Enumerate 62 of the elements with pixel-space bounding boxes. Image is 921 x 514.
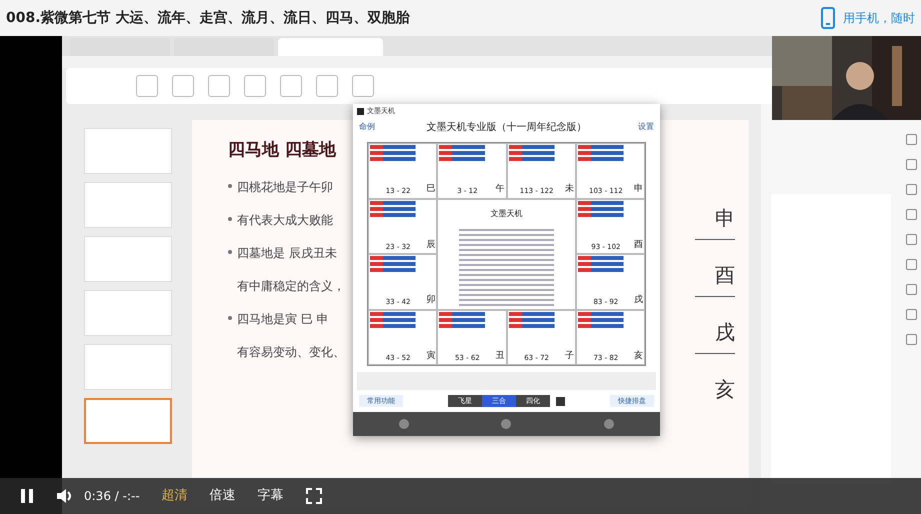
- branch-label: 申: [634, 183, 643, 196]
- bullet-icon: [228, 216, 232, 221]
- handwritten-character: 申: [695, 183, 735, 240]
- branch-label: 辰: [426, 238, 436, 252]
- branch-label: 寅: [426, 350, 436, 363]
- bullet-text: 有容易变动、变化、: [237, 344, 345, 359]
- bullet-icon: [228, 184, 232, 188]
- toolbar-icon[interactable]: [136, 75, 158, 98]
- bullet-icon: [228, 316, 232, 320]
- app-title: 文墨天机专业版（十一周年纪念版）: [426, 120, 588, 135]
- bullet-text: 四马地是寅 巳 申: [237, 312, 329, 326]
- branch-label: 午: [496, 183, 504, 196]
- pause-button[interactable]: [20, 488, 34, 504]
- handwritten-character: 亥: [714, 376, 735, 404]
- bullet-text: 有中庸稳定的含义，: [237, 278, 345, 293]
- speed-button[interactable]: 倍速: [210, 486, 236, 506]
- sidebar-icon[interactable]: [906, 334, 916, 346]
- fullscreen-button[interactable]: [306, 488, 322, 504]
- toolbar-icon[interactable]: [280, 75, 302, 98]
- bullet-text: 四桃花地是子午卯: [237, 180, 333, 194]
- slide-thumbnail[interactable]: [84, 398, 172, 444]
- branch-label: 酉: [634, 238, 643, 252]
- handwritten-character: 戌: [695, 297, 735, 354]
- sidebar-icon[interactable]: [906, 209, 916, 220]
- branch-label: 未: [564, 183, 574, 196]
- sidebar-icon[interactable]: [906, 159, 916, 170]
- subtitles-button[interactable]: 字幕: [258, 486, 284, 506]
- branch-label: 子: [564, 350, 574, 363]
- sidebar-icon[interactable]: [906, 259, 916, 270]
- branch-label: 亥: [634, 350, 643, 363]
- settings-link[interactable]: 设置: [638, 121, 654, 134]
- toolbar-icon[interactable]: [352, 75, 374, 98]
- branch-label: 丑: [496, 350, 504, 363]
- sidebar-icon[interactable]: [906, 134, 916, 146]
- handwritten-character: 酉: [695, 240, 735, 298]
- video-title: 008.紫微第七节 大运、流年、走宫、流月、流日、四马、双胞胎: [6, 8, 410, 28]
- app-logo-icon: [357, 108, 364, 115]
- branch-label: 巳: [426, 183, 436, 196]
- bullet-icon: [228, 250, 232, 254]
- phone-icon: [821, 7, 835, 29]
- sidebar-icon[interactable]: [906, 234, 916, 246]
- nav-icon[interactable]: [604, 419, 614, 430]
- quality-button[interactable]: 超清: [162, 486, 188, 506]
- bullet-text: 四墓地是 辰戌丑未: [237, 246, 337, 260]
- sidebar-icon[interactable]: [906, 184, 916, 196]
- toolbar-icon[interactable]: [244, 75, 266, 98]
- toolbar-icon[interactable]: [316, 75, 338, 98]
- bullet-text: 有代表大成大败能: [237, 212, 333, 227]
- toolbar-icon[interactable]: [208, 75, 230, 98]
- save-icon[interactable]: [556, 396, 565, 406]
- back-link[interactable]: 命例: [359, 121, 375, 134]
- branch-label: 戌: [634, 294, 643, 308]
- branch-label: 卯: [426, 294, 436, 308]
- toolbar-icon[interactable]: [172, 75, 194, 98]
- playback-time: 0:36 / -:--: [84, 488, 140, 505]
- sidebar-icon[interactable]: [906, 309, 916, 320]
- volume-button[interactable]: [56, 488, 74, 504]
- center-title: 文墨天机: [490, 208, 522, 220]
- nav-icon[interactable]: [501, 419, 512, 430]
- nav-icon[interactable]: [399, 419, 410, 430]
- sidebar-icon[interactable]: [906, 284, 916, 296]
- slide-title: 四马地 四墓地: [228, 139, 338, 162]
